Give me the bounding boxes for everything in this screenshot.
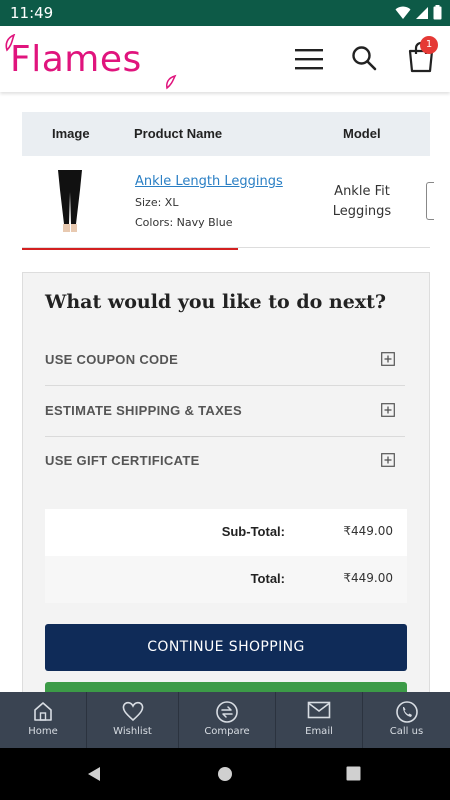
app-header: Flames 1 xyxy=(0,26,450,92)
product-image[interactable] xyxy=(52,168,88,234)
compare-icon xyxy=(216,701,238,723)
signal-icon xyxy=(416,6,428,19)
status-bar: 11:49 xyxy=(0,0,450,26)
product-model-line2: Leggings xyxy=(332,204,392,219)
nav-wishlist-label: Wishlist xyxy=(113,726,152,737)
nav-call-us[interactable]: Call us xyxy=(363,692,450,748)
nav-email-label: Email xyxy=(305,726,333,737)
nav-call-us-label: Call us xyxy=(389,726,424,737)
product-model: Ankle Fit Leggings xyxy=(322,182,402,222)
plus-square-icon[interactable] xyxy=(381,453,395,467)
option-label: USE GIFT CERTIFICATE xyxy=(45,453,200,468)
logo-leaf-icon xyxy=(5,34,16,52)
option-label: ESTIMATE SHIPPING & TAXES xyxy=(45,403,242,418)
estimate-shipping-option[interactable]: ESTIMATE SHIPPING & TAXES xyxy=(45,387,405,437)
coupon-code-option[interactable]: USE COUPON CODE xyxy=(45,336,405,386)
order-totals: Sub-Total: ₹449.00 Total: ₹449.00 xyxy=(45,509,407,603)
product-size: Size: XL xyxy=(135,196,179,209)
back-icon[interactable] xyxy=(86,766,102,782)
cart-count-badge: 1 xyxy=(420,36,438,54)
email-icon xyxy=(307,701,331,719)
option-label: USE COUPON CODE xyxy=(45,352,179,367)
system-navigation-bar xyxy=(0,748,450,800)
battery-icon xyxy=(433,5,442,20)
menu-icon[interactable] xyxy=(294,46,324,72)
nav-compare[interactable]: Compare xyxy=(179,692,276,748)
continue-shopping-button[interactable]: CONTINUE SHOPPING xyxy=(45,624,407,671)
product-model-line1: Ankle Fit xyxy=(334,184,390,199)
plus-square-icon[interactable] xyxy=(381,352,395,366)
total-value: ₹449.00 xyxy=(343,571,393,585)
gift-certificate-option[interactable]: USE GIFT CERTIFICATE xyxy=(45,437,405,487)
status-time: 11:49 xyxy=(10,4,54,22)
wifi-icon xyxy=(395,6,411,19)
nav-email[interactable]: Email xyxy=(276,692,363,748)
home-icon xyxy=(34,702,52,721)
next-steps-panel: What would you like to do next? USE COUP… xyxy=(22,272,430,692)
checkout-button[interactable] xyxy=(45,682,407,692)
heart-icon xyxy=(122,701,143,722)
flames-logo[interactable]: Flames xyxy=(10,40,142,80)
nav-compare-label: Compare xyxy=(204,726,250,737)
nav-home-label: Home xyxy=(28,726,58,737)
quantity-input-edge[interactable] xyxy=(426,182,434,220)
recents-icon[interactable] xyxy=(346,766,361,781)
cart-table-header: Image Product Name Model xyxy=(22,112,430,156)
home-circle-icon[interactable] xyxy=(217,766,233,782)
bottom-navigation: Home Wishlist Compare Email Call us xyxy=(0,692,450,748)
cart-content: Image Product Name Model Ankle Length Le… xyxy=(0,92,450,692)
status-icons xyxy=(395,5,442,20)
product-name-link[interactable]: Ankle Length Leggings xyxy=(135,174,283,189)
next-steps-title: What would you like to do next? xyxy=(45,291,387,313)
subtotal-row: Sub-Total: ₹449.00 xyxy=(45,509,407,556)
total-label: Total: xyxy=(250,571,285,586)
column-product-name: Product Name xyxy=(134,126,223,141)
product-color: Colors: Navy Blue xyxy=(135,216,233,229)
subtotal-value: ₹449.00 xyxy=(343,524,393,538)
nav-wishlist[interactable]: Wishlist xyxy=(87,692,179,748)
nav-home[interactable]: Home xyxy=(0,692,87,748)
subtotal-label: Sub-Total: xyxy=(221,524,285,539)
logo-leaf-icon xyxy=(166,74,177,90)
column-image: Image xyxy=(52,126,90,141)
phone-icon xyxy=(395,701,418,723)
table-scroll-indicator[interactable] xyxy=(22,248,238,250)
cart-table-row: Ankle Length Leggings Size: XL Colors: N… xyxy=(22,156,434,248)
search-icon[interactable] xyxy=(350,44,378,72)
column-model: Model xyxy=(343,126,381,141)
plus-square-icon[interactable] xyxy=(381,403,395,417)
total-row: Total: ₹449.00 xyxy=(45,556,407,603)
